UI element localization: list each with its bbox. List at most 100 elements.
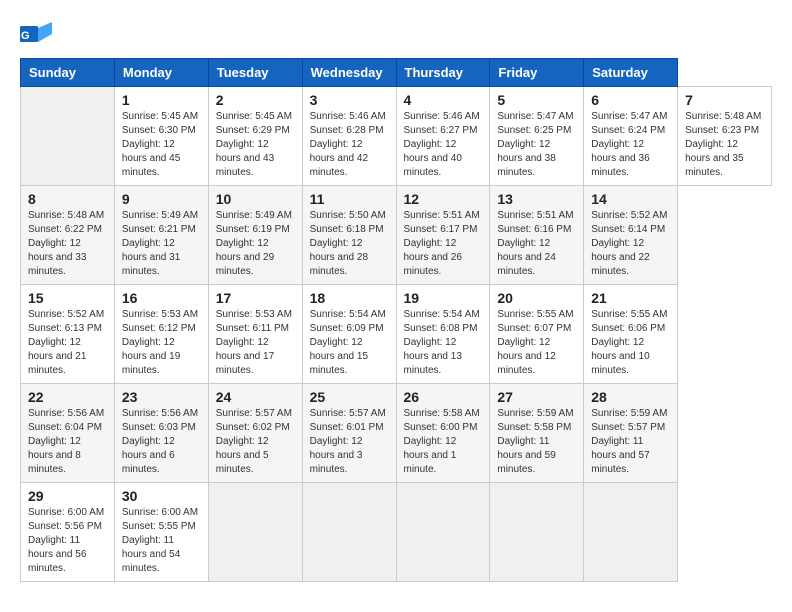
day-number: 17	[216, 290, 295, 306]
calendar-cell: 16 Sunrise: 5:53 AM Sunset: 6:12 PM Dayl…	[114, 285, 208, 384]
calendar-cell: 23 Sunrise: 5:56 AM Sunset: 6:03 PM Dayl…	[114, 384, 208, 483]
calendar-cell: 30 Sunrise: 6:00 AM Sunset: 5:55 PM Dayl…	[114, 483, 208, 582]
calendar-cell	[396, 483, 490, 582]
cell-content: Sunrise: 5:56 AM Sunset: 6:03 PM Dayligh…	[122, 407, 201, 477]
calendar-cell: 24 Sunrise: 5:57 AM Sunset: 6:02 PM Dayl…	[208, 384, 302, 483]
calendar-week-row: 29 Sunrise: 6:00 AM Sunset: 5:56 PM Dayl…	[21, 483, 772, 582]
day-number: 3	[310, 92, 389, 108]
calendar-cell: 11 Sunrise: 5:50 AM Sunset: 6:18 PM Dayl…	[302, 186, 396, 285]
day-number: 10	[216, 191, 295, 207]
day-of-week-header: Sunday	[21, 59, 115, 87]
cell-content: Sunrise: 5:49 AM Sunset: 6:19 PM Dayligh…	[216, 209, 295, 279]
cell-content: Sunrise: 5:57 AM Sunset: 6:01 PM Dayligh…	[310, 407, 389, 477]
cell-content: Sunrise: 5:49 AM Sunset: 6:21 PM Dayligh…	[122, 209, 201, 279]
calendar-cell: 17 Sunrise: 5:53 AM Sunset: 6:11 PM Dayl…	[208, 285, 302, 384]
calendar-cell: 14 Sunrise: 5:52 AM Sunset: 6:14 PM Dayl…	[584, 186, 678, 285]
day-number: 12	[404, 191, 483, 207]
calendar-week-row: 1 Sunrise: 5:45 AM Sunset: 6:30 PM Dayli…	[21, 87, 772, 186]
calendar-cell	[584, 483, 678, 582]
day-number: 16	[122, 290, 201, 306]
day-number: 18	[310, 290, 389, 306]
day-number: 28	[591, 389, 670, 405]
day-number: 29	[28, 488, 107, 504]
day-number: 7	[685, 92, 764, 108]
calendar-cell	[490, 483, 584, 582]
day-number: 5	[497, 92, 576, 108]
day-number: 22	[28, 389, 107, 405]
cell-content: Sunrise: 5:52 AM Sunset: 6:14 PM Dayligh…	[591, 209, 670, 279]
cell-content: Sunrise: 5:55 AM Sunset: 6:06 PM Dayligh…	[591, 308, 670, 378]
day-number: 2	[216, 92, 295, 108]
day-of-week-header: Monday	[114, 59, 208, 87]
day-number: 15	[28, 290, 107, 306]
cell-content: Sunrise: 5:45 AM Sunset: 6:29 PM Dayligh…	[216, 110, 295, 180]
calendar-cell: 2 Sunrise: 5:45 AM Sunset: 6:29 PM Dayli…	[208, 87, 302, 186]
day-of-week-header: Thursday	[396, 59, 490, 87]
day-number: 27	[497, 389, 576, 405]
calendar-cell: 9 Sunrise: 5:49 AM Sunset: 6:21 PM Dayli…	[114, 186, 208, 285]
cell-content: Sunrise: 5:54 AM Sunset: 6:09 PM Dayligh…	[310, 308, 389, 378]
logo: G	[20, 20, 56, 48]
day-number: 23	[122, 389, 201, 405]
calendar-cell: 3 Sunrise: 5:46 AM Sunset: 6:28 PM Dayli…	[302, 87, 396, 186]
cell-content: Sunrise: 5:48 AM Sunset: 6:22 PM Dayligh…	[28, 209, 107, 279]
calendar-cell	[208, 483, 302, 582]
day-number: 11	[310, 191, 389, 207]
day-number: 24	[216, 389, 295, 405]
day-number: 21	[591, 290, 670, 306]
calendar-cell	[302, 483, 396, 582]
day-number: 4	[404, 92, 483, 108]
cell-content: Sunrise: 5:55 AM Sunset: 6:07 PM Dayligh…	[497, 308, 576, 378]
logo-icon: G	[20, 20, 52, 48]
cell-content: Sunrise: 5:47 AM Sunset: 6:25 PM Dayligh…	[497, 110, 576, 180]
day-number: 20	[497, 290, 576, 306]
day-number: 1	[122, 92, 201, 108]
day-number: 19	[404, 290, 483, 306]
day-number: 6	[591, 92, 670, 108]
cell-content: Sunrise: 5:50 AM Sunset: 6:18 PM Dayligh…	[310, 209, 389, 279]
calendar-cell: 27 Sunrise: 5:59 AM Sunset: 5:58 PM Dayl…	[490, 384, 584, 483]
cell-content: Sunrise: 5:45 AM Sunset: 6:30 PM Dayligh…	[122, 110, 201, 180]
day-of-week-header: Friday	[490, 59, 584, 87]
cell-content: Sunrise: 5:47 AM Sunset: 6:24 PM Dayligh…	[591, 110, 670, 180]
calendar-cell: 29 Sunrise: 6:00 AM Sunset: 5:56 PM Dayl…	[21, 483, 115, 582]
cell-content: Sunrise: 5:48 AM Sunset: 6:23 PM Dayligh…	[685, 110, 764, 180]
calendar-cell: 20 Sunrise: 5:55 AM Sunset: 6:07 PM Dayl…	[490, 285, 584, 384]
cell-content: Sunrise: 5:58 AM Sunset: 6:00 PM Dayligh…	[404, 407, 483, 477]
cell-content: Sunrise: 5:53 AM Sunset: 6:11 PM Dayligh…	[216, 308, 295, 378]
cell-content: Sunrise: 5:51 AM Sunset: 6:17 PM Dayligh…	[404, 209, 483, 279]
cell-content: Sunrise: 5:59 AM Sunset: 5:58 PM Dayligh…	[497, 407, 576, 477]
cell-content: Sunrise: 6:00 AM Sunset: 5:55 PM Dayligh…	[122, 506, 201, 576]
calendar-header-row: SundayMondayTuesdayWednesdayThursdayFrid…	[21, 59, 772, 87]
day-number: 14	[591, 191, 670, 207]
calendar-cell: 26 Sunrise: 5:58 AM Sunset: 6:00 PM Dayl…	[396, 384, 490, 483]
day-number: 13	[497, 191, 576, 207]
cell-content: Sunrise: 5:51 AM Sunset: 6:16 PM Dayligh…	[497, 209, 576, 279]
day-of-week-header: Wednesday	[302, 59, 396, 87]
cell-content: Sunrise: 5:57 AM Sunset: 6:02 PM Dayligh…	[216, 407, 295, 477]
calendar-week-row: 15 Sunrise: 5:52 AM Sunset: 6:13 PM Dayl…	[21, 285, 772, 384]
calendar-week-row: 8 Sunrise: 5:48 AM Sunset: 6:22 PM Dayli…	[21, 186, 772, 285]
cell-content: Sunrise: 6:00 AM Sunset: 5:56 PM Dayligh…	[28, 506, 107, 576]
day-number: 26	[404, 389, 483, 405]
calendar-cell: 13 Sunrise: 5:51 AM Sunset: 6:16 PM Dayl…	[490, 186, 584, 285]
cell-content: Sunrise: 5:56 AM Sunset: 6:04 PM Dayligh…	[28, 407, 107, 477]
calendar-cell: 12 Sunrise: 5:51 AM Sunset: 6:17 PM Dayl…	[396, 186, 490, 285]
day-of-week-header: Saturday	[584, 59, 678, 87]
day-number: 25	[310, 389, 389, 405]
calendar-cell: 6 Sunrise: 5:47 AM Sunset: 6:24 PM Dayli…	[584, 87, 678, 186]
calendar-table: SundayMondayTuesdayWednesdayThursdayFrid…	[20, 58, 772, 582]
page-header: G	[20, 20, 772, 48]
calendar-cell: 22 Sunrise: 5:56 AM Sunset: 6:04 PM Dayl…	[21, 384, 115, 483]
calendar-cell: 18 Sunrise: 5:54 AM Sunset: 6:09 PM Dayl…	[302, 285, 396, 384]
day-number: 30	[122, 488, 201, 504]
day-number: 8	[28, 191, 107, 207]
day-of-week-header: Tuesday	[208, 59, 302, 87]
svg-text:G: G	[21, 30, 30, 42]
cell-content: Sunrise: 5:46 AM Sunset: 6:28 PM Dayligh…	[310, 110, 389, 180]
cell-content: Sunrise: 5:54 AM Sunset: 6:08 PM Dayligh…	[404, 308, 483, 378]
calendar-cell: 5 Sunrise: 5:47 AM Sunset: 6:25 PM Dayli…	[490, 87, 584, 186]
day-number: 9	[122, 191, 201, 207]
cell-content: Sunrise: 5:53 AM Sunset: 6:12 PM Dayligh…	[122, 308, 201, 378]
calendar-cell: 10 Sunrise: 5:49 AM Sunset: 6:19 PM Dayl…	[208, 186, 302, 285]
